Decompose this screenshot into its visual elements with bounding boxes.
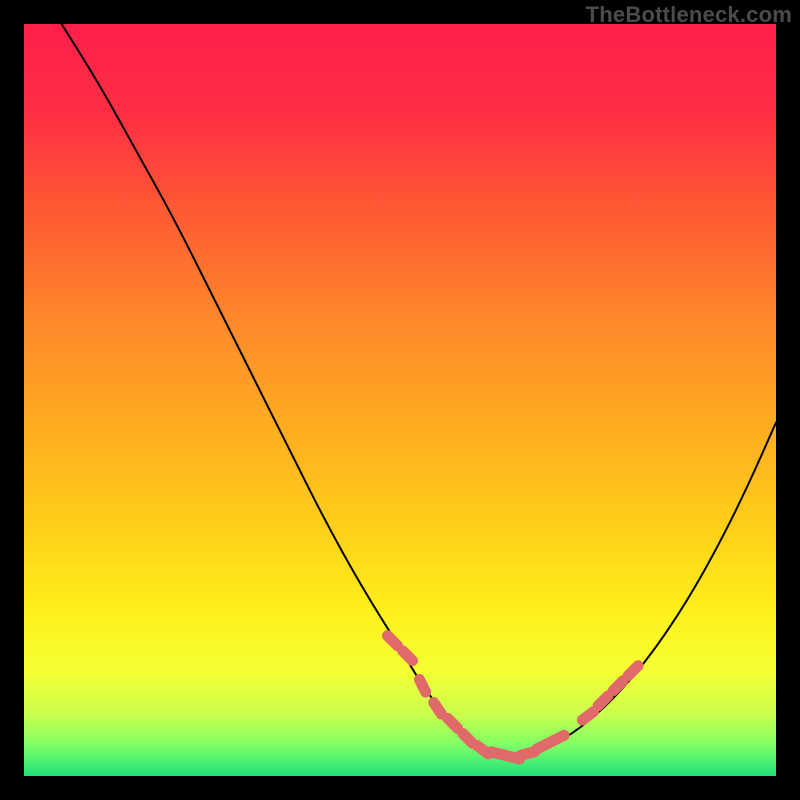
marker-point [434,702,442,714]
chart-background [24,24,776,776]
marker-point [463,733,473,743]
marker-point [388,636,398,646]
marker-point [628,666,638,676]
marker-point [613,681,623,691]
marker-point [598,696,608,706]
marker-point [403,651,413,661]
marker-point [419,679,425,692]
chart-frame [24,24,776,776]
marker-point [448,718,458,728]
marker-point [552,735,565,741]
marker-point [582,712,593,720]
chart-svg [24,24,776,776]
